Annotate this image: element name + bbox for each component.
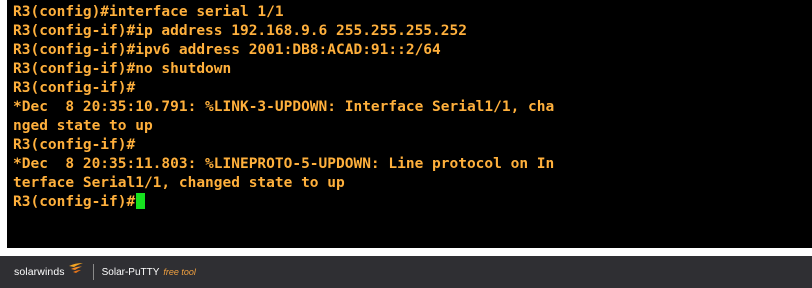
- terminal-line: R3(config)#interface serial 1/1: [13, 4, 284, 20]
- terminal-prompt-line[interactable]: R3(config-if)#: [13, 193, 554, 212]
- terminal-line: R3(config-if)#: [13, 80, 136, 96]
- product-tag: free tool: [163, 267, 196, 277]
- footer-bar: solarwinds Solar-PuTTY free tool: [0, 256, 812, 288]
- terminal-line: terface Serial1/1, changed state to up: [13, 175, 345, 191]
- terminal-prompt: R3(config-if)#: [13, 194, 136, 210]
- terminal-cursor: [136, 193, 146, 209]
- terminal-line: R3(config-if)#: [13, 137, 136, 153]
- solar-putty-window: R3(config)#interface serial 1/1 R3(confi…: [0, 0, 812, 288]
- terminal-pane[interactable]: R3(config)#interface serial 1/1 R3(confi…: [7, 0, 812, 248]
- terminal-line: R3(config-if)#ipv6 address 2001:DB8:ACAD…: [13, 42, 441, 58]
- footer-divider: [92, 264, 94, 280]
- terminal-line: *Dec 8 20:35:10.791: %LINK-3-UPDOWN: Int…: [13, 99, 555, 115]
- terminal-output: R3(config)#interface serial 1/1 R3(confi…: [13, 3, 554, 212]
- terminal-line: nged state to up: [13, 118, 153, 134]
- brand-name: solarwinds: [14, 266, 65, 278]
- product-name: Solar-PuTTY: [101, 266, 160, 278]
- terminal-line: *Dec 8 20:35:11.803: %LINEPROTO-5-UPDOWN…: [13, 156, 555, 172]
- terminal-line: R3(config-if)#ip address 192.168.9.6 255…: [13, 23, 467, 39]
- flame-icon: [68, 262, 84, 276]
- solarwinds-logo[interactable]: solarwinds: [14, 256, 84, 288]
- terminal-line: R3(config-if)#no shutdown: [13, 61, 232, 77]
